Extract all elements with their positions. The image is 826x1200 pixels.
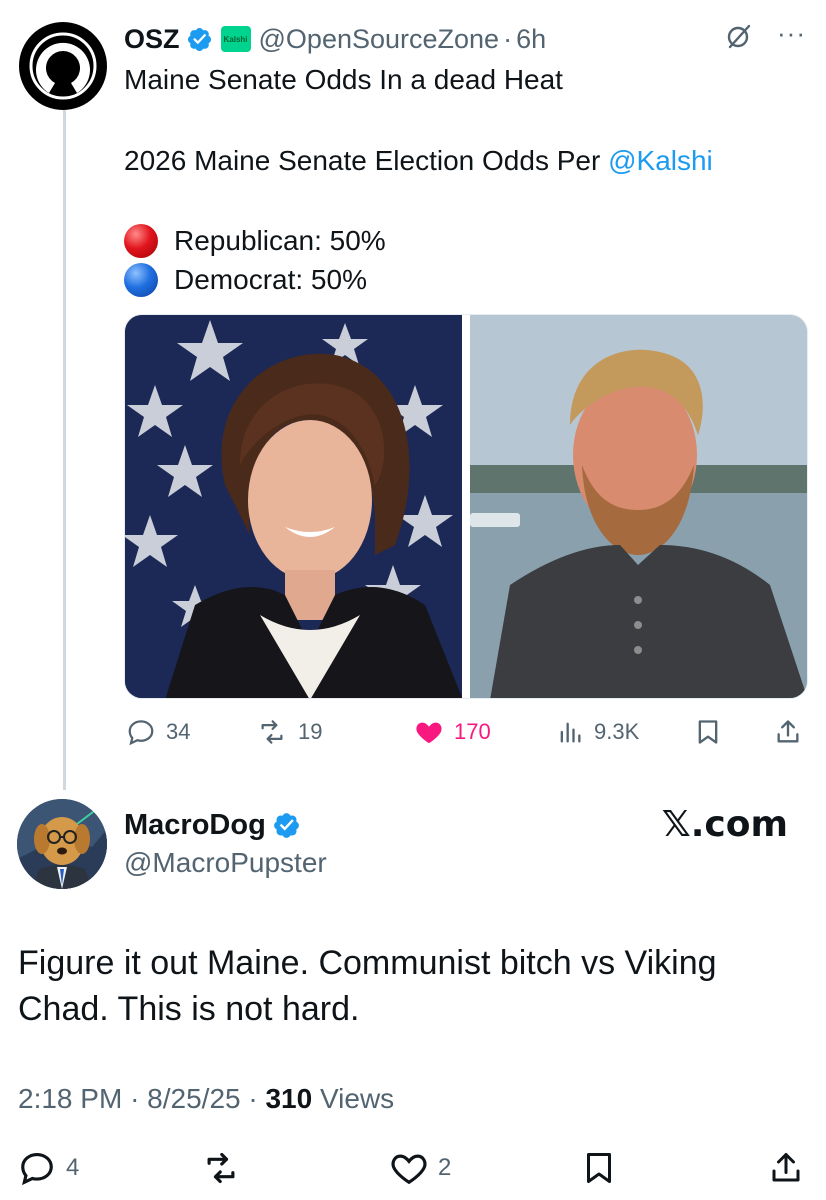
reply-count: 4 bbox=[66, 1154, 80, 1181]
like-button[interactable]: 2 bbox=[390, 1148, 451, 1188]
reply-button[interactable]: 34 bbox=[126, 717, 190, 747]
odds-source-text: 2026 Maine Senate Election Odds Per bbox=[124, 145, 609, 176]
views-count: 9.3K bbox=[594, 719, 640, 744]
reply-count: 34 bbox=[166, 719, 191, 744]
tweet1-header: OSZ Kalshi @OpenSourceZone · 6h ··· bbox=[124, 20, 806, 57]
bookmark-button[interactable] bbox=[581, 1148, 617, 1188]
share-button[interactable] bbox=[768, 1148, 804, 1188]
reply-button[interactable]: 4 bbox=[18, 1148, 79, 1188]
tweet1-media-grid[interactable] bbox=[124, 314, 808, 699]
repost-icon bbox=[261, 720, 283, 744]
odds-label: Democrat: 50% bbox=[174, 263, 367, 295]
tweet1-action-bar: 34 19 170 9.3K bbox=[124, 714, 808, 750]
separator-dot: · bbox=[130, 1083, 140, 1114]
reply-icon bbox=[21, 1152, 53, 1186]
tweet2-views-count: 310 bbox=[265, 1083, 313, 1114]
odds-label: Republican: 50% bbox=[174, 224, 386, 256]
osz-avatar[interactable] bbox=[19, 22, 107, 110]
tweet1-handle[interactable]: @OpenSourceZone bbox=[259, 24, 500, 55]
heart-outline-icon bbox=[391, 1154, 427, 1185]
tweet1-body: Maine Senate Odds In a dead Heat 2026 Ma… bbox=[124, 62, 804, 299]
heart-filled-icon bbox=[416, 722, 442, 744]
tweet2-handle[interactable]: @MacroPupster bbox=[124, 847, 327, 879]
share-button[interactable] bbox=[774, 717, 802, 747]
views-bar-chart-icon bbox=[560, 722, 581, 743]
share-icon bbox=[772, 1153, 800, 1182]
grok-icon[interactable] bbox=[725, 22, 753, 57]
like-button[interactable]: 170 bbox=[414, 717, 491, 747]
dog-avatar-image bbox=[17, 799, 107, 889]
more-options-icon[interactable]: ··· bbox=[777, 20, 806, 46]
repost-count: 19 bbox=[298, 719, 323, 744]
man-portrait-image bbox=[470, 315, 807, 698]
bookmark-icon bbox=[587, 1153, 611, 1183]
odds-row-democrat: Democrat: 50% bbox=[124, 260, 804, 299]
macrodog-avatar[interactable] bbox=[17, 799, 107, 889]
odds-row-republican: Republican: 50% bbox=[124, 221, 804, 260]
repost-button[interactable]: 19 bbox=[256, 717, 322, 747]
tweet1-display-name[interactable]: OSZ bbox=[124, 24, 180, 55]
tweet2-date[interactable]: 8/25/25 bbox=[147, 1083, 240, 1114]
tweet2-display-name[interactable]: MacroDog bbox=[124, 809, 266, 842]
separator-dot: · bbox=[503, 23, 513, 54]
like-count: 2 bbox=[438, 1154, 452, 1181]
candidate-photo-right[interactable] bbox=[470, 315, 807, 698]
views-button[interactable]: 9.3K bbox=[556, 718, 639, 746]
tweet2-name-row: MacroDog bbox=[124, 806, 301, 844]
separator-dot: · bbox=[248, 1083, 258, 1114]
like-count: 170 bbox=[454, 719, 491, 744]
x-com-watermark: 𝕏.com bbox=[661, 804, 788, 845]
tweet2-views-label: Views bbox=[319, 1083, 395, 1114]
tweet1-title-line: Maine Senate Odds In a dead Heat bbox=[124, 64, 563, 95]
kalshi-mention-link[interactable]: @Kalshi bbox=[608, 145, 713, 176]
tweet2-time[interactable]: 2:18 PM bbox=[18, 1083, 122, 1114]
open-source-logo-icon bbox=[29, 32, 97, 100]
verified-badge-icon bbox=[186, 26, 213, 53]
tweet1-odds-source-line: 2026 Maine Senate Election Odds Per @Kal… bbox=[124, 143, 804, 179]
tweet2-metadata: 2:18 PM · 8/25/25 · 310 Views bbox=[18, 1083, 394, 1115]
red-circle-emoji-icon bbox=[124, 223, 158, 258]
bookmark-button[interactable] bbox=[694, 717, 722, 747]
repost-icon bbox=[207, 1152, 235, 1184]
tweet2-action-bar: 4 2 bbox=[18, 1148, 808, 1188]
woman-portrait-image bbox=[125, 315, 462, 698]
blue-circle-emoji-icon bbox=[124, 262, 158, 297]
candidate-photo-left[interactable] bbox=[125, 315, 462, 698]
kalshi-affiliate-badge[interactable]: Kalshi bbox=[220, 26, 251, 52]
verified-badge-icon bbox=[272, 811, 301, 840]
thread-connector-line bbox=[63, 100, 66, 790]
bookmark-icon bbox=[698, 720, 718, 744]
tweet2-body-text: Figure it out Maine. Communist bitch vs … bbox=[18, 944, 717, 1028]
tweet1-header-actions: ··· bbox=[725, 20, 806, 57]
tweet1-timestamp[interactable]: 6h bbox=[516, 24, 546, 55]
share-icon bbox=[777, 720, 799, 743]
reply-icon bbox=[128, 720, 154, 746]
repost-button[interactable] bbox=[200, 1148, 242, 1188]
